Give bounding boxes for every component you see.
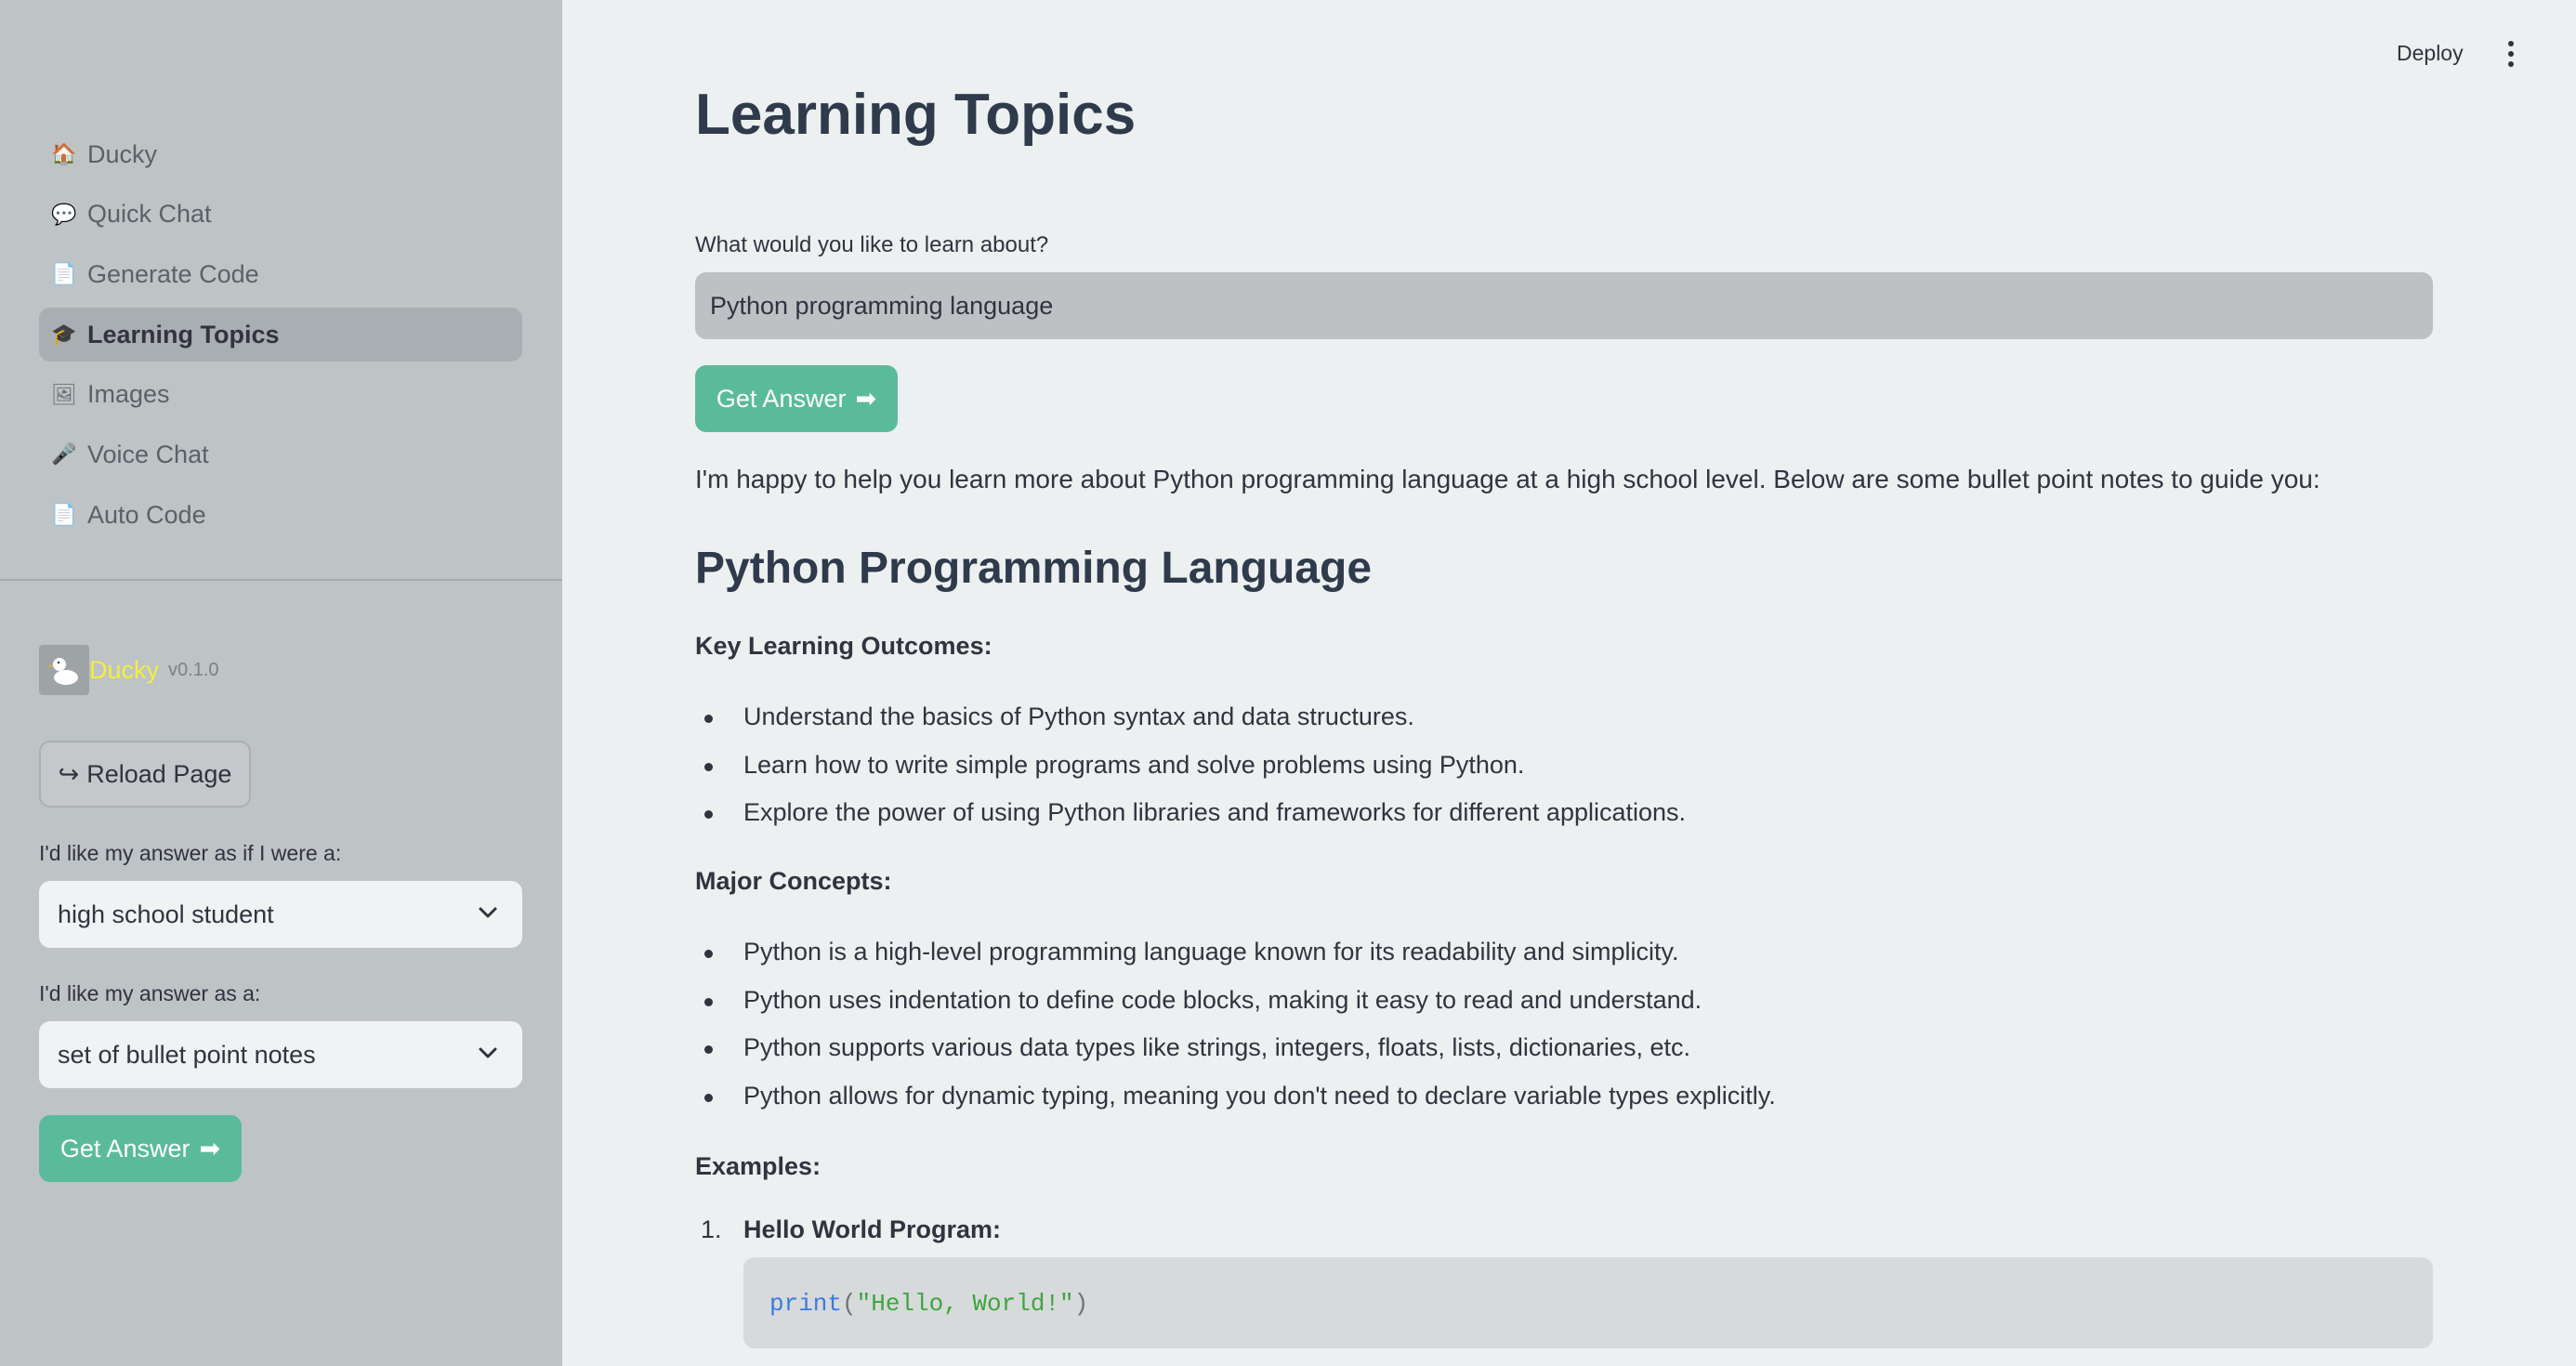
code-paren-open: ( bbox=[842, 1290, 857, 1318]
chevron-down-icon bbox=[479, 1047, 497, 1058]
deploy-button[interactable]: Deploy bbox=[2397, 41, 2464, 66]
list-item: Understand the basics of Python syntax a… bbox=[695, 693, 1686, 742]
reload-icon: ↪ bbox=[58, 759, 80, 788]
document-icon: 📄 bbox=[51, 262, 77, 286]
code-string: "Hello, World!" bbox=[856, 1290, 1074, 1318]
sidebar-get-answer-button[interactable]: Get Answer ➡ bbox=[39, 1115, 242, 1182]
question-input[interactable] bbox=[695, 272, 2433, 339]
list-item: Python is a high-level programming langu… bbox=[695, 928, 1776, 977]
example-item: 1. Hello World Program: bbox=[695, 1215, 1001, 1244]
more-options-icon[interactable] bbox=[2502, 39, 2520, 69]
brand-version: v0.1.0 bbox=[168, 659, 219, 680]
sidebar-divider bbox=[0, 579, 562, 581]
duck-logo-icon bbox=[39, 645, 89, 695]
sidebar-item-label: Generate Code bbox=[87, 259, 259, 288]
speech-bubble-icon: 💬 bbox=[51, 202, 77, 226]
graduation-cap-icon: 🎓 bbox=[51, 322, 77, 347]
persona-select[interactable]: high school student bbox=[39, 881, 522, 948]
list-item: Python uses indentation to define code b… bbox=[695, 977, 1776, 1025]
persona-select-value: high school student bbox=[58, 900, 274, 928]
reload-page-label: Reload Page bbox=[86, 759, 232, 788]
reload-page-button[interactable]: ↪ Reload Page bbox=[39, 741, 251, 808]
example-title: Hello World Program: bbox=[743, 1215, 1002, 1243]
sidebar-item-generate-code[interactable]: 📄 Generate Code bbox=[39, 247, 522, 301]
sidebar-item-quick-chat[interactable]: 💬 Quick Chat bbox=[39, 188, 522, 242]
list-item: Python supports various data types like … bbox=[695, 1024, 1776, 1072]
page-title: Learning Topics bbox=[695, 83, 1137, 147]
sidebar-item-images[interactable]: 🖼 Images bbox=[39, 368, 522, 422]
question-label: What would you like to learn about? bbox=[695, 232, 1049, 257]
concepts-title: Major Concepts: bbox=[695, 867, 892, 895]
list-item: Python allows for dynamic typing, meanin… bbox=[695, 1072, 1776, 1121]
format-label: I'd like my answer as a: bbox=[39, 981, 261, 1005]
outcomes-list: Understand the basics of Python syntax a… bbox=[695, 693, 1686, 837]
sidebar-item-label: Images bbox=[87, 380, 170, 409]
answer-intro: I'm happy to help you learn more about P… bbox=[695, 465, 2320, 493]
arrow-right-icon: ➡ bbox=[199, 1134, 221, 1162]
answer-heading: Python Programming Language bbox=[695, 544, 1373, 593]
concepts-list: Python is a high-level programming langu… bbox=[695, 928, 1776, 1120]
sidebar-item-voice-chat[interactable]: 🎤 Voice Chat bbox=[39, 427, 522, 481]
code-block: print("Hello, World!") bbox=[743, 1257, 2433, 1348]
sidebar-item-label: Ducky bbox=[87, 139, 158, 168]
microphone-icon: 🎤 bbox=[51, 442, 77, 466]
code-function: print bbox=[769, 1290, 843, 1318]
get-answer-button[interactable]: Get Answer ➡ bbox=[695, 365, 898, 432]
arrow-right-icon: ➡ bbox=[855, 384, 877, 413]
outcomes-title: Key Learning Outcomes: bbox=[695, 632, 992, 660]
sidebar-item-label: Voice Chat bbox=[87, 440, 209, 468]
sidebar: 🏠 Ducky 💬 Quick Chat 📄 Generate Code 🎓 L… bbox=[0, 0, 562, 1366]
get-answer-label: Get Answer bbox=[59, 1134, 191, 1162]
house-icon: 🏠 bbox=[51, 142, 77, 165]
sidebar-item-label: Learning Topics bbox=[87, 320, 280, 348]
list-item: Learn how to write simple programs and s… bbox=[695, 742, 1686, 790]
sidebar-item-auto-code[interactable]: 📄 Auto Code bbox=[39, 488, 522, 542]
list-item: Explore the power of using Python librar… bbox=[695, 789, 1686, 837]
sidebar-item-label: Quick Chat bbox=[87, 200, 212, 229]
document-icon: 📄 bbox=[51, 503, 77, 527]
sidebar-item-label: Auto Code bbox=[87, 500, 206, 529]
brand-name: Ducky bbox=[89, 655, 160, 684]
example-number: 1. bbox=[701, 1215, 722, 1243]
persona-label: I'd like my answer as if I were a: bbox=[39, 841, 342, 865]
chevron-down-icon bbox=[479, 907, 497, 918]
picture-icon: 🖼 bbox=[51, 382, 77, 406]
format-select[interactable]: set of bullet point notes bbox=[39, 1021, 522, 1088]
sidebar-item-ducky[interactable]: 🏠 Ducky bbox=[39, 127, 522, 181]
code-paren-close: ) bbox=[1073, 1290, 1089, 1318]
format-select-value: set of bullet point notes bbox=[58, 1040, 316, 1069]
examples-title: Examples: bbox=[695, 1152, 821, 1180]
get-answer-label: Get Answer bbox=[716, 384, 847, 413]
sidebar-item-learning-topics[interactable]: 🎓 Learning Topics bbox=[39, 308, 522, 362]
brand: Ducky v0.1.0 bbox=[39, 645, 219, 695]
sidebar-nav: 🏠 Ducky 💬 Quick Chat 📄 Generate Code 🎓 L… bbox=[39, 127, 522, 548]
